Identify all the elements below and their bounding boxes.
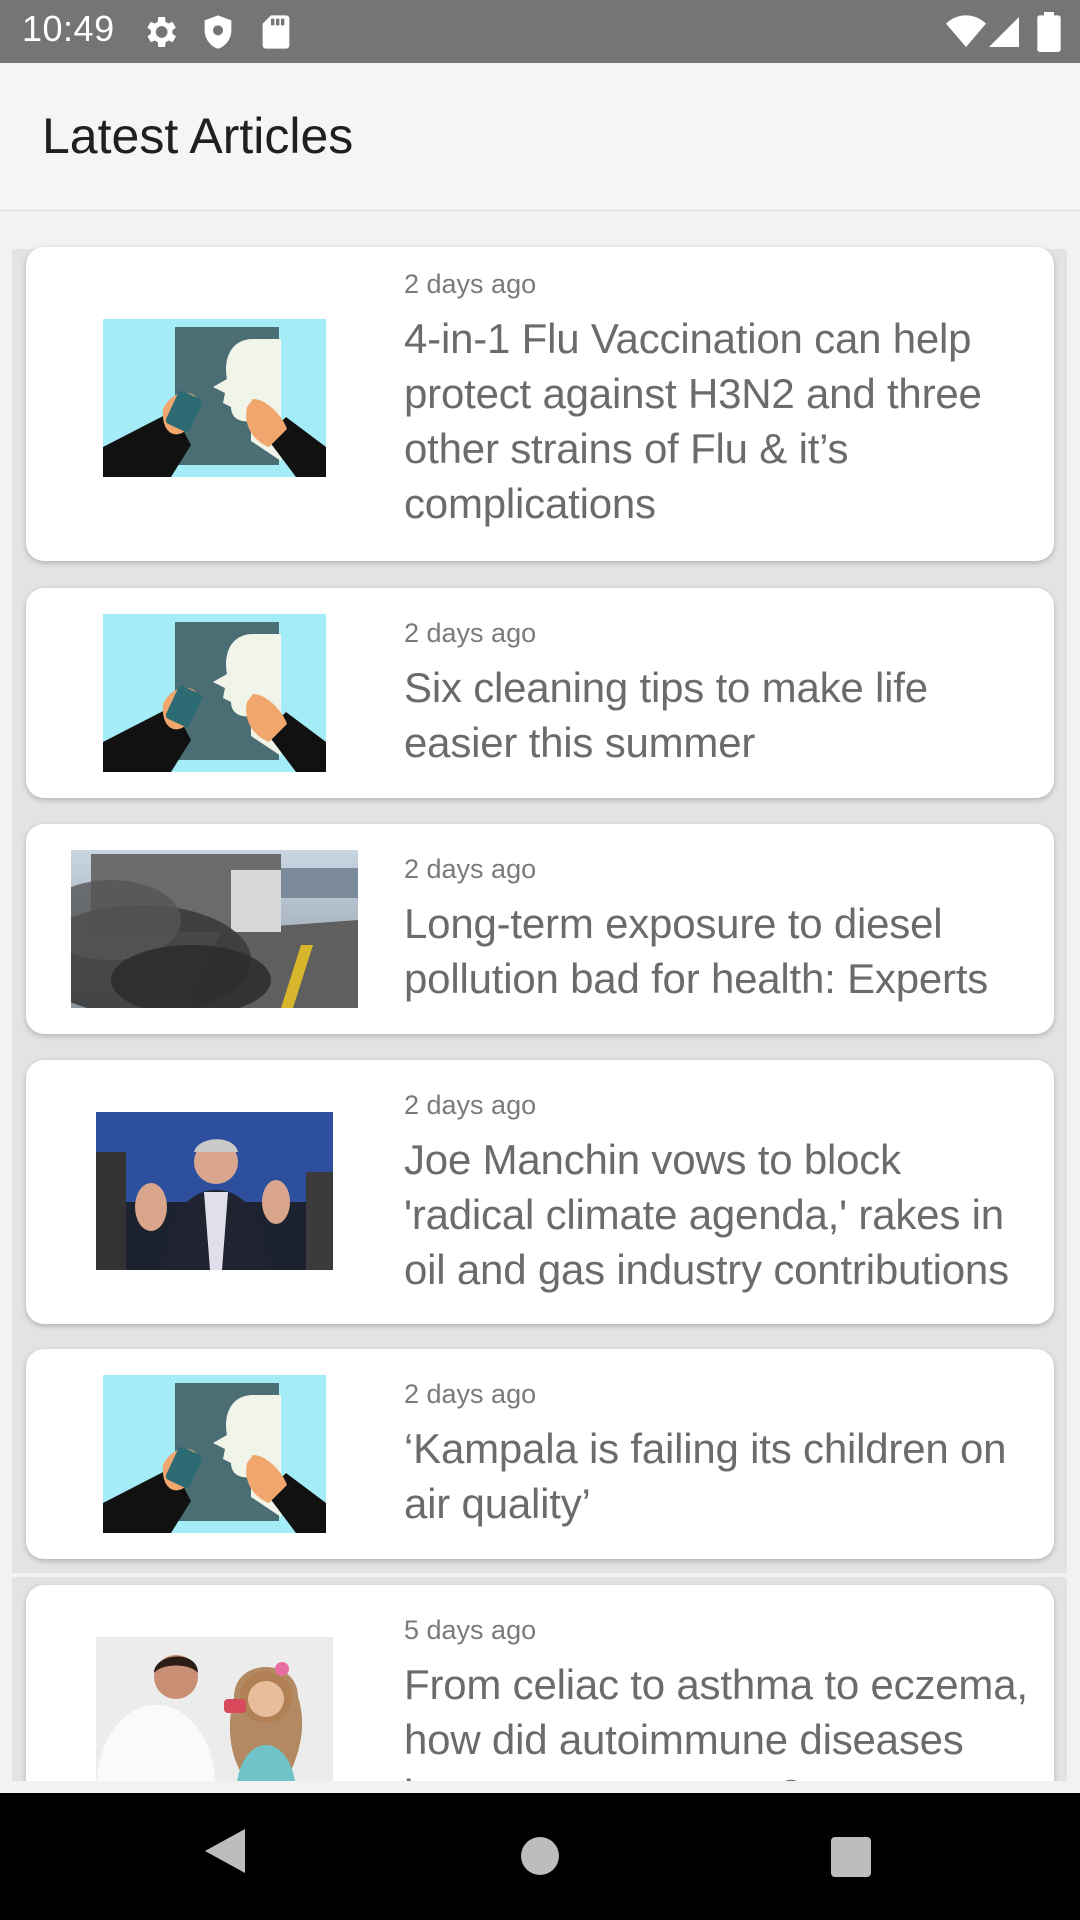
recents-icon[interactable] (831, 1837, 871, 1877)
article-card[interactable]: 2 days ago Joe Manchin vows to block 'ra… (26, 1060, 1054, 1324)
diesel-exhaust-photo-icon (71, 850, 358, 1008)
article-thumbnail (71, 850, 358, 1008)
article-thumbnail (96, 1637, 333, 1781)
article-card[interactable]: 2 days ago Six cleaning tips to make lif… (26, 588, 1054, 798)
article-time: 2 days ago (404, 1090, 537, 1120)
article-list[interactable]: 2 days ago 4-in-1 Flu Vaccination can he… (0, 211, 1080, 1781)
home-icon[interactable] (521, 1837, 559, 1875)
article-title: ‘Kampala is failing its children on air … (404, 1425, 1007, 1527)
article-thumbnail (103, 1375, 326, 1533)
article-title: Long-term exposure to diesel pollution b… (404, 900, 989, 1002)
article-time: 2 days ago (404, 269, 537, 299)
back-icon[interactable] (205, 1829, 245, 1873)
doctor-child-inhaler-photo-icon (96, 1637, 333, 1781)
article-thumbnail (103, 614, 326, 772)
inhaler-illustration-icon (103, 614, 326, 772)
article-card[interactable]: 2 days ago 4-in-1 Flu Vaccination can he… (26, 247, 1054, 561)
article-title: Joe Manchin vows to block 'radical clima… (404, 1136, 1009, 1293)
politician-press-photo-icon (96, 1112, 333, 1270)
page-title: Latest Articles (42, 108, 354, 164)
article-thumbnail (103, 319, 326, 477)
article-time: 5 days ago (404, 1615, 537, 1645)
article-title: 4-in-1 Flu Vaccination can help protect … (404, 315, 982, 527)
wifi-icon (946, 15, 986, 47)
article-title: From celiac to asthma to eczema, how did… (404, 1661, 1028, 1781)
article-thumbnail (96, 1112, 333, 1270)
status-time: 10:49 (22, 8, 115, 49)
inhaler-illustration-icon (103, 319, 326, 477)
article-time: 2 days ago (404, 854, 537, 884)
shield-icon (204, 15, 232, 49)
article-title: Six cleaning tips to make life easier th… (404, 664, 928, 766)
article-card[interactable]: 2 days ago ‘Kampala is failing its child… (26, 1349, 1054, 1559)
article-card[interactable]: 5 days ago From celiac to asthma to ecze… (26, 1585, 1054, 1781)
app-bar: Latest Articles (0, 63, 1080, 211)
inhaler-illustration-icon (103, 1375, 326, 1533)
status-bar: 10:49 (0, 0, 1080, 63)
article-time: 2 days ago (404, 618, 537, 648)
signal-icon (989, 17, 1019, 47)
sd-card-icon (262, 15, 290, 49)
article-time: 2 days ago (404, 1379, 537, 1409)
gear-icon (147, 17, 176, 47)
article-card[interactable]: 2 days ago Long-term exposure to diesel … (26, 824, 1054, 1034)
battery-icon (1037, 12, 1061, 52)
